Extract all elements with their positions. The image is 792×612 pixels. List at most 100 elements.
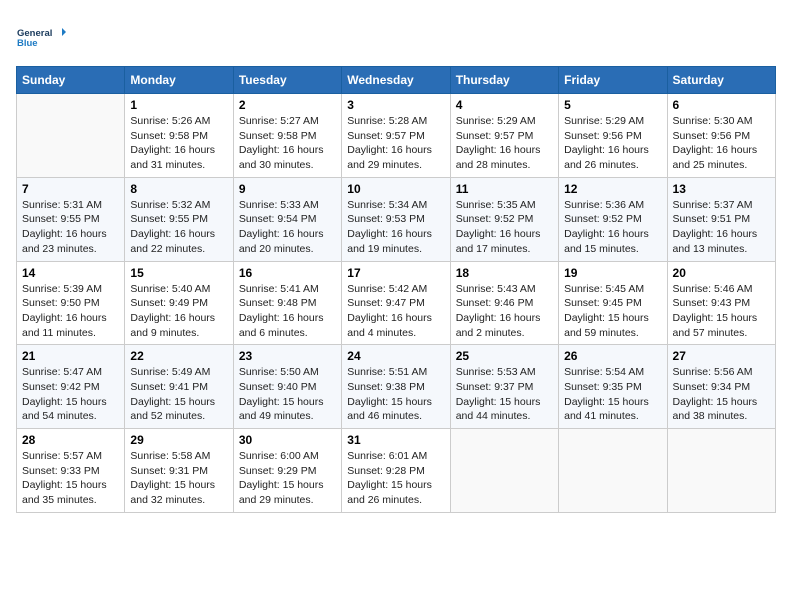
day-info: Sunrise: 5:58 AMSunset: 9:31 PMDaylight:… [130,449,227,508]
calendar-cell: 29 Sunrise: 5:58 AMSunset: 9:31 PMDayligh… [125,429,233,513]
calendar-cell: 19 Sunrise: 5:45 AMSunset: 9:45 PMDayligh… [559,261,667,345]
day-number: 23 [239,349,336,363]
calendar-cell: 21 Sunrise: 5:47 AMSunset: 9:42 PMDayligh… [17,345,125,429]
day-info: Sunrise: 5:29 AMSunset: 9:57 PMDaylight:… [456,114,553,173]
col-header-sunday: Sunday [17,67,125,94]
day-number: 24 [347,349,444,363]
calendar-week-2: 7 Sunrise: 5:31 AMSunset: 9:55 PMDaylight… [17,177,776,261]
calendar-cell: 22 Sunrise: 5:49 AMSunset: 9:41 PMDayligh… [125,345,233,429]
day-info: Sunrise: 5:57 AMSunset: 9:33 PMDaylight:… [22,449,119,508]
day-number: 13 [673,182,770,196]
day-number: 5 [564,98,661,112]
calendar-cell [667,429,775,513]
calendar-cell: 4 Sunrise: 5:29 AMSunset: 9:57 PMDaylight… [450,94,558,178]
day-info: Sunrise: 5:27 AMSunset: 9:58 PMDaylight:… [239,114,336,173]
calendar-cell [450,429,558,513]
day-info: Sunrise: 5:45 AMSunset: 9:45 PMDaylight:… [564,282,661,341]
calendar-cell: 17Sunrise: 5:42 AMSunset: 9:47 PMDayligh… [342,261,450,345]
day-info: Sunrise: 5:39 AMSunset: 9:50 PMDaylight:… [22,282,119,341]
logo: General Blue [16,16,66,60]
calendar-cell: 30 Sunrise: 6:00 AMSunset: 9:29 PMDayligh… [233,429,341,513]
day-info: Sunrise: 5:29 AMSunset: 9:56 PMDaylight:… [564,114,661,173]
day-info: Sunrise: 6:00 AMSunset: 9:29 PMDaylight:… [239,449,336,508]
day-number: 26 [564,349,661,363]
calendar-cell: 9 Sunrise: 5:33 AMSunset: 9:54 PMDaylight… [233,177,341,261]
calendar-cell: 7 Sunrise: 5:31 AMSunset: 9:55 PMDaylight… [17,177,125,261]
day-info: Sunrise: 5:50 AMSunset: 9:40 PMDaylight:… [239,365,336,424]
day-number: 29 [130,433,227,447]
day-number: 27 [673,349,770,363]
day-number: 1 [130,98,227,112]
calendar-cell: 24 Sunrise: 5:51 AMSunset: 9:38 PMDayligh… [342,345,450,429]
calendar-week-1: 1 Sunrise: 5:26 AMSunset: 9:58 PMDaylight… [17,94,776,178]
day-number: 31 [347,433,444,447]
calendar-cell: 20 Sunrise: 5:46 AMSunset: 9:43 PMDayligh… [667,261,775,345]
calendar-week-5: 28 Sunrise: 5:57 AMSunset: 9:33 PMDayligh… [17,429,776,513]
day-number: 6 [673,98,770,112]
calendar-cell: 11 Sunrise: 5:35 AMSunset: 9:52 PMDayligh… [450,177,558,261]
day-info: Sunrise: 5:49 AMSunset: 9:41 PMDaylight:… [130,365,227,424]
day-info: Sunrise: 5:35 AMSunset: 9:52 PMDaylight:… [456,198,553,257]
calendar-cell: 6 Sunrise: 5:30 AMSunset: 9:56 PMDaylight… [667,94,775,178]
day-number: 28 [22,433,119,447]
day-info: Sunrise: 5:36 AMSunset: 9:52 PMDaylight:… [564,198,661,257]
calendar-cell: 28 Sunrise: 5:57 AMSunset: 9:33 PMDayligh… [17,429,125,513]
calendar-cell: 15Sunrise: 5:40 AMSunset: 9:49 PMDayligh… [125,261,233,345]
col-header-tuesday: Tuesday [233,67,341,94]
day-number: 20 [673,266,770,280]
day-info: Sunrise: 5:26 AMSunset: 9:58 PMDaylight:… [130,114,227,173]
calendar-cell: 3 Sunrise: 5:28 AMSunset: 9:57 PMDaylight… [342,94,450,178]
day-info: Sunrise: 5:31 AMSunset: 9:55 PMDaylight:… [22,198,119,257]
calendar-cell: 27 Sunrise: 5:56 AMSunset: 9:34 PMDayligh… [667,345,775,429]
day-number: 11 [456,182,553,196]
day-number: 8 [130,182,227,196]
day-info: Sunrise: 5:43 AMSunset: 9:46 PMDaylight:… [456,282,553,341]
calendar-cell: 31 Sunrise: 6:01 AMSunset: 9:28 PMDayligh… [342,429,450,513]
calendar-week-3: 14Sunrise: 5:39 AMSunset: 9:50 PMDayligh… [17,261,776,345]
day-info: Sunrise: 5:30 AMSunset: 9:56 PMDaylight:… [673,114,770,173]
day-number: 18 [456,266,553,280]
calendar-cell: 14Sunrise: 5:39 AMSunset: 9:50 PMDayligh… [17,261,125,345]
day-number: 17 [347,266,444,280]
day-number: 30 [239,433,336,447]
calendar-week-4: 21 Sunrise: 5:47 AMSunset: 9:42 PMDayligh… [17,345,776,429]
day-number: 4 [456,98,553,112]
day-number: 12 [564,182,661,196]
svg-text:Blue: Blue [17,38,38,49]
day-number: 22 [130,349,227,363]
col-header-wednesday: Wednesday [342,67,450,94]
day-info: Sunrise: 5:34 AMSunset: 9:53 PMDaylight:… [347,198,444,257]
calendar-table: SundayMondayTuesdayWednesdayThursdayFrid… [16,66,776,513]
calendar-cell: 13 Sunrise: 5:37 AMSunset: 9:51 PMDayligh… [667,177,775,261]
day-info: Sunrise: 5:33 AMSunset: 9:54 PMDaylight:… [239,198,336,257]
day-number: 25 [456,349,553,363]
day-info: Sunrise: 5:46 AMSunset: 9:43 PMDaylight:… [673,282,770,341]
day-info: Sunrise: 5:37 AMSunset: 9:51 PMDaylight:… [673,198,770,257]
calendar-cell: 16Sunrise: 5:41 AMSunset: 9:48 PMDayligh… [233,261,341,345]
day-info: Sunrise: 6:01 AMSunset: 9:28 PMDaylight:… [347,449,444,508]
day-number: 3 [347,98,444,112]
day-info: Sunrise: 5:53 AMSunset: 9:37 PMDaylight:… [456,365,553,424]
day-info: Sunrise: 5:56 AMSunset: 9:34 PMDaylight:… [673,365,770,424]
calendar-cell: 23 Sunrise: 5:50 AMSunset: 9:40 PMDayligh… [233,345,341,429]
day-info: Sunrise: 5:41 AMSunset: 9:48 PMDaylight:… [239,282,336,341]
day-number: 9 [239,182,336,196]
day-info: Sunrise: 5:47 AMSunset: 9:42 PMDaylight:… [22,365,119,424]
day-number: 21 [22,349,119,363]
col-header-friday: Friday [559,67,667,94]
day-number: 7 [22,182,119,196]
calendar-cell: 26 Sunrise: 5:54 AMSunset: 9:35 PMDayligh… [559,345,667,429]
day-number: 15 [130,266,227,280]
calendar-cell [559,429,667,513]
day-info: Sunrise: 5:54 AMSunset: 9:35 PMDaylight:… [564,365,661,424]
day-info: Sunrise: 5:51 AMSunset: 9:38 PMDaylight:… [347,365,444,424]
calendar-cell [17,94,125,178]
day-info: Sunrise: 5:28 AMSunset: 9:57 PMDaylight:… [347,114,444,173]
day-number: 19 [564,266,661,280]
calendar-header: SundayMondayTuesdayWednesdayThursdayFrid… [17,67,776,94]
calendar-cell: 18 Sunrise: 5:43 AMSunset: 9:46 PMDayligh… [450,261,558,345]
day-info: Sunrise: 5:32 AMSunset: 9:55 PMDaylight:… [130,198,227,257]
day-number: 10 [347,182,444,196]
calendar-cell: 12 Sunrise: 5:36 AMSunset: 9:52 PMDayligh… [559,177,667,261]
col-header-monday: Monday [125,67,233,94]
